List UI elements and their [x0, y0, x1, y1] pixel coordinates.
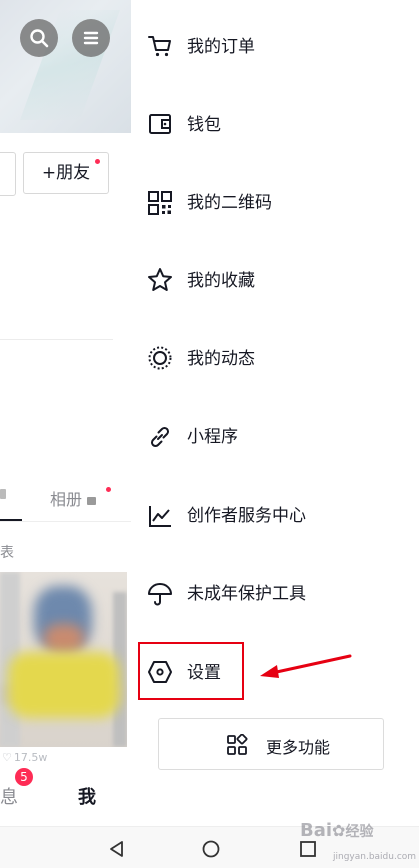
- edit-profile-button[interactable]: [0, 152, 16, 196]
- hamburger-menu-icon: [83, 31, 99, 45]
- menu-item-label: 我的订单: [187, 37, 255, 57]
- profile-banner: [0, 0, 131, 133]
- menu-item-creator-center[interactable]: 创作者服务中心: [131, 476, 419, 554]
- nav-me-label: 我: [78, 787, 96, 808]
- watermark-logo: Bai✿经验: [300, 820, 373, 841]
- watermark-logo-text: Bai: [300, 820, 333, 841]
- heart-outline-icon: ♡: [2, 751, 12, 764]
- menu-button[interactable]: [72, 19, 110, 57]
- highlight-box: [138, 642, 244, 700]
- lock-icon: [0, 489, 6, 499]
- menu-item-mini-programs[interactable]: 小程序: [131, 397, 419, 475]
- menu-item-label: 未成年保护工具: [187, 584, 306, 604]
- section-text: 表: [0, 545, 14, 561]
- qrcode-icon: [148, 191, 172, 215]
- umbrella-icon: [148, 583, 172, 606]
- grid-apps-icon: [227, 734, 248, 755]
- profile-page-background: +朋友 相册 表 ♡ 17.5w 息 5 我: [0, 0, 131, 826]
- paw-icon: ✿: [332, 821, 346, 840]
- menu-item-label: 我的动态: [187, 349, 255, 369]
- watermark-logo-suffix: 经验: [345, 824, 374, 840]
- add-friend-button[interactable]: +朋友: [23, 152, 109, 194]
- nav-messages[interactable]: 息: [0, 783, 18, 809]
- back-triangle-icon[interactable]: [108, 840, 126, 858]
- add-friend-label: +朋友: [41, 163, 91, 183]
- dotted-circle-icon: [148, 346, 172, 370]
- menu-item-label: 我的收藏: [187, 271, 255, 291]
- divider: [0, 521, 131, 522]
- side-drawer-menu: 我的订单 钱包 我的二维码 我的收藏 我的动态 小程序 创作者服务中心 未成年保…: [131, 0, 419, 826]
- more-features-button[interactable]: 更多功能: [158, 718, 384, 770]
- menu-item-orders[interactable]: 我的订单: [131, 7, 419, 85]
- menu-item-wallet[interactable]: 钱包: [131, 85, 419, 163]
- menu-item-label: 创作者服务中心: [187, 506, 306, 526]
- video-thumbnail[interactable]: [0, 572, 127, 747]
- annotation-arrow-icon: [260, 654, 352, 678]
- star-icon: [148, 268, 172, 291]
- nav-me[interactable]: 我: [78, 783, 96, 809]
- like-count-text: 17.5w: [13, 751, 48, 764]
- more-features-label: 更多功能: [266, 738, 331, 757]
- menu-item-label: 小程序: [187, 427, 238, 447]
- tab-album-label: 相册: [50, 490, 83, 509]
- video-like-count: ♡ 17.5w: [2, 751, 47, 764]
- divider: [0, 339, 113, 340]
- menu-item-minor-protection[interactable]: 未成年保护工具: [131, 554, 419, 632]
- watermark-url: jingyan.baidu.com: [333, 852, 417, 862]
- search-button[interactable]: [20, 19, 58, 57]
- menu-item-moments[interactable]: 我的动态: [131, 319, 419, 397]
- notification-dot: [95, 159, 100, 164]
- chart-line-icon: [149, 506, 171, 527]
- wallet-icon: [149, 114, 171, 134]
- home-circle-icon[interactable]: [202, 840, 220, 858]
- cart-icon: [148, 36, 171, 57]
- nav-messages-label: 息: [0, 787, 18, 808]
- menu-item-label: 钱包: [187, 115, 221, 135]
- tab-album[interactable]: 相册: [50, 486, 97, 510]
- search-icon: [30, 29, 49, 48]
- recent-apps-square-icon[interactable]: [299, 840, 317, 858]
- lock-icon: [87, 497, 97, 505]
- menu-item-label: 我的二维码: [187, 193, 272, 213]
- menu-item-qrcode[interactable]: 我的二维码: [131, 163, 419, 241]
- notification-dot: [106, 487, 111, 492]
- link-icon: [150, 426, 170, 448]
- messages-badge: 5: [15, 768, 33, 786]
- menu-item-favorites[interactable]: 我的收藏: [131, 241, 419, 319]
